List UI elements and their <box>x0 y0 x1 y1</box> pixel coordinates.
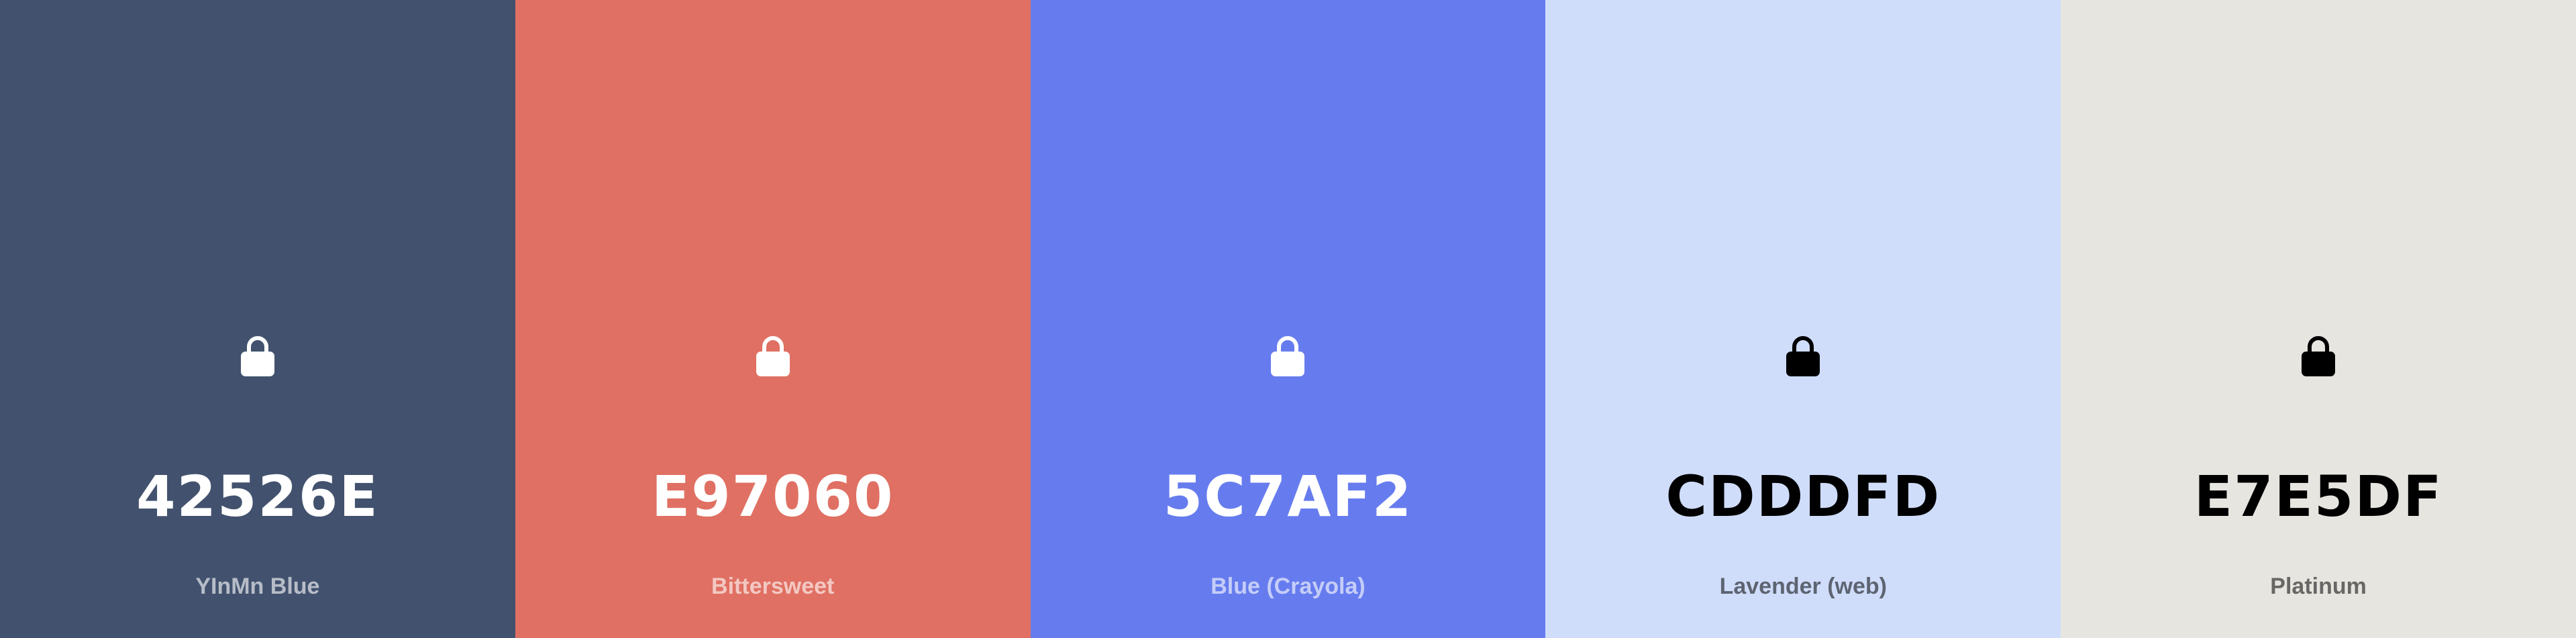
hex-code[interactable]: E7E5DF <box>2061 463 2576 530</box>
hex-code[interactable]: E97060 <box>515 463 1031 530</box>
hex-code[interactable]: CDDDFD <box>1545 463 2061 530</box>
color-palette: 42526E YInMn Blue E97060 Bittersweet 5C7… <box>0 0 2576 638</box>
lock-icon[interactable] <box>1784 333 1822 378</box>
color-name: Platinum <box>2270 574 2367 599</box>
color-name: YInMn Blue <box>195 574 320 599</box>
lock-icon[interactable] <box>2300 333 2337 378</box>
hex-code[interactable]: 42526E <box>0 463 515 530</box>
color-swatch-5[interactable]: E7E5DF Platinum <box>2061 0 2576 638</box>
color-swatch-2[interactable]: E97060 Bittersweet <box>515 0 1031 638</box>
color-swatch-3[interactable]: 5C7AF2 Blue (Crayola) <box>1030 0 1546 638</box>
lock-icon[interactable] <box>754 333 792 378</box>
color-name: Blue (Crayola) <box>1210 574 1366 599</box>
lock-icon[interactable] <box>239 333 276 378</box>
hex-code[interactable]: 5C7AF2 <box>1031 463 1546 530</box>
color-name: Bittersweet <box>711 574 835 599</box>
lock-icon[interactable] <box>1269 333 1306 378</box>
color-swatch-4[interactable]: CDDDFD Lavender (web) <box>1545 0 2061 638</box>
color-swatch-1[interactable]: 42526E YInMn Blue <box>0 0 515 638</box>
color-name: Lavender (web) <box>1719 574 1887 599</box>
